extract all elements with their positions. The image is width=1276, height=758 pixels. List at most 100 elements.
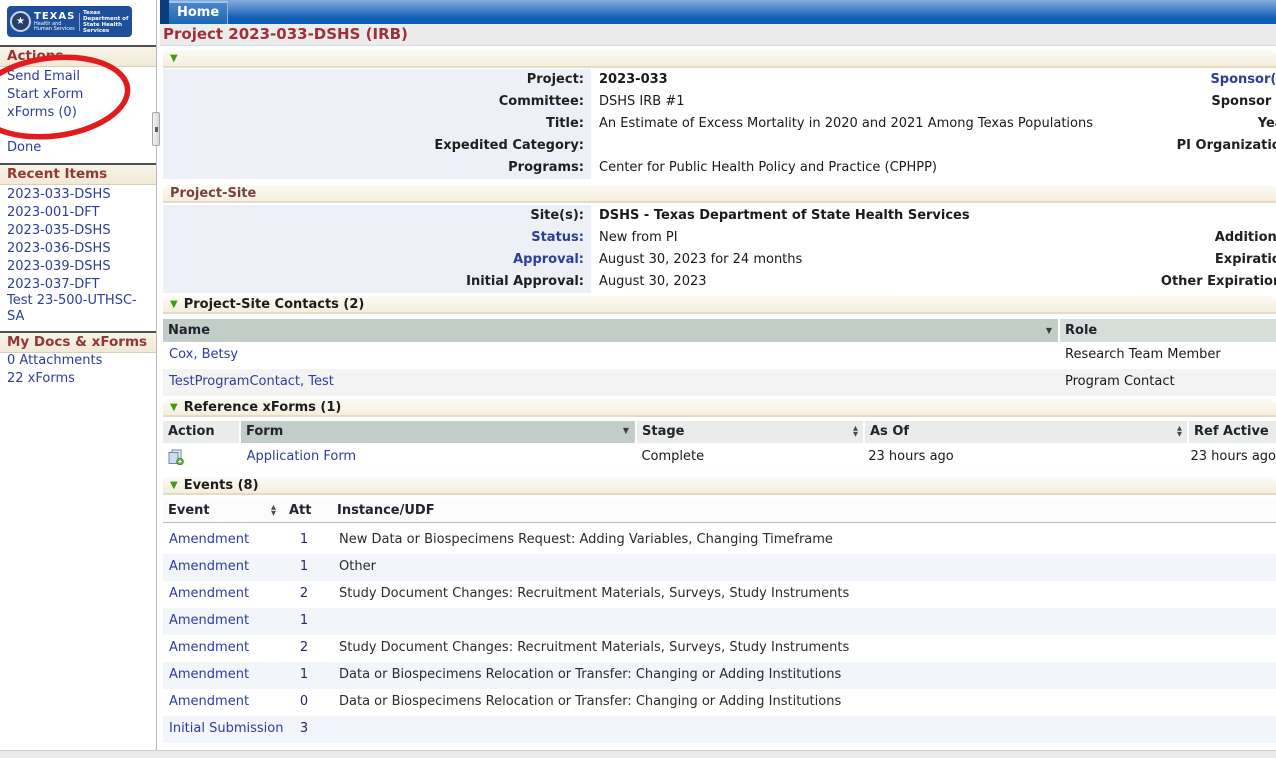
event-link[interactable]: Amendment xyxy=(163,554,283,581)
contact-role: Program Contact xyxy=(1060,369,1276,396)
field-label: Programs: xyxy=(163,157,591,179)
top-nav-left-edge xyxy=(160,0,169,24)
event-instance: New Data or Biospecimens Request: Adding… xyxy=(325,527,1276,554)
copy-form-icon[interactable] xyxy=(168,449,184,465)
field-label: Title: xyxy=(163,113,591,135)
sidebar-item-my-xforms[interactable]: 22 xForms xyxy=(7,370,75,387)
sidebar-collapse-handle[interactable] xyxy=(152,112,160,146)
sidebar-item-done[interactable]: Done xyxy=(7,139,41,156)
event-att-count: 2 xyxy=(283,635,325,662)
field-label: Committee: xyxy=(163,91,591,113)
action-cell xyxy=(163,444,241,470)
event-link[interactable]: Amendment xyxy=(163,608,283,635)
column-header-name[interactable]: Name▼ xyxy=(163,319,1058,342)
texas-seal-icon: ★ xyxy=(10,11,31,32)
contacts-section-bar[interactable]: ▼ Project-Site Contacts (2) xyxy=(163,296,1276,314)
contact-row: TestProgramContact, Test Program Contact xyxy=(163,369,1276,396)
event-row: Amendment 2 Study Document Changes: Recr… xyxy=(163,635,1276,662)
event-link[interactable]: Initial Submission xyxy=(163,716,283,743)
summary-section-bar[interactable]: ▼ xyxy=(163,50,1276,68)
event-instance: Data or Biospecimens Relocation or Trans… xyxy=(325,689,1276,716)
column-header-stage[interactable]: Stage▲▼ xyxy=(635,421,863,443)
sort-icon[interactable]: ▲▼ xyxy=(1177,426,1182,437)
event-instance: Other xyxy=(325,554,1276,581)
event-instance: Data or Biospecimens Relocation or Trans… xyxy=(325,662,1276,689)
contact-role: Research Team Member xyxy=(1060,342,1276,369)
collapse-icon[interactable]: ▼ xyxy=(170,402,178,413)
event-instance: Study Document Changes: Recruitment Mate… xyxy=(325,581,1276,608)
event-link[interactable]: Amendment xyxy=(163,635,283,662)
field-row: Programs: Center for Public Health Polic… xyxy=(163,157,1276,179)
sidebar-item-recent-5[interactable]: 2023-037-DFT xyxy=(7,276,99,293)
status-label-link[interactable]: Status: xyxy=(163,227,591,249)
event-att-count: 1 xyxy=(283,608,325,635)
sort-desc-icon[interactable]: ▼ xyxy=(623,420,629,442)
approval-label-link[interactable]: Approval: xyxy=(163,249,591,271)
column-header-event[interactable]: Event▲▼ xyxy=(163,499,281,522)
mydocs-header: My Docs & xForms xyxy=(0,331,156,353)
initial-approval-value: August 30, 2023 xyxy=(591,271,707,293)
sponsor-id-label: Sponsor Id xyxy=(870,91,1276,113)
event-row: Initial Submission 3 xyxy=(163,716,1276,743)
event-link[interactable]: Amendment xyxy=(163,581,283,608)
events-table-header: Event▲▼ Att Instance/UDF xyxy=(163,499,1276,523)
xform-link[interactable]: Application Form xyxy=(241,444,637,470)
column-header-form[interactable]: Form▼ xyxy=(239,421,635,443)
sidebar-item-start-xform[interactable]: Start xForm xyxy=(7,86,83,103)
column-header-role[interactable]: Role xyxy=(1058,319,1276,342)
logo-org-sub: Health and Human Services xyxy=(34,22,76,32)
reference-xforms-title: Reference xForms (1) xyxy=(184,400,342,415)
contact-row: Cox, Betsy Research Team Member xyxy=(163,342,1276,369)
sidebar-item-send-email[interactable]: Send Email xyxy=(7,68,80,85)
logo-dept-name: Texas Department of State Health Service… xyxy=(83,10,129,34)
programs-value: Center for Public Health Policy and Prac… xyxy=(591,157,937,179)
field-label: Site(s): xyxy=(163,205,591,227)
sidebar-item-recent-4[interactable]: 2023-039-DSHS xyxy=(7,258,111,275)
sort-icon[interactable]: ▲▼ xyxy=(271,505,276,516)
contacts-title: Project-Site Contacts (2) xyxy=(184,297,365,312)
event-link[interactable]: Amendment xyxy=(163,527,283,554)
event-row: Amendment 1 Data or Biospecimens Relocat… xyxy=(163,662,1276,689)
events-section-bar[interactable]: ▼ Events (8) xyxy=(163,477,1276,495)
sponsors-label[interactable]: Sponsor(s) xyxy=(870,69,1276,91)
event-link[interactable]: Amendment xyxy=(163,662,283,689)
sidebar-item-recent-2[interactable]: 2023-035-DSHS xyxy=(7,222,111,239)
contact-name-link[interactable]: TestProgramContact, Test xyxy=(163,369,1060,396)
sidebar-item-recent-1[interactable]: 2023-001-DFT xyxy=(7,204,99,221)
contact-name-link[interactable]: Cox, Betsy xyxy=(163,342,1060,369)
as-of-cell: 23 hours ago xyxy=(863,444,1185,470)
field-label: Expedited Category: xyxy=(163,135,591,157)
sidebar-item-recent-0[interactable]: 2023-033-DSHS xyxy=(7,186,111,203)
texas-hhs-logo: ★ TEXAS Health and Human Services Texas … xyxy=(7,6,132,37)
recent-items-header: Recent Items xyxy=(0,163,156,185)
pi-label: PI xyxy=(870,205,1276,227)
sidebar-item-attachments[interactable]: 0 Attachments xyxy=(7,352,102,369)
sidebar-item-xforms-count[interactable]: xForms (0) xyxy=(7,104,77,121)
project-site-section-bar: Project-Site xyxy=(163,185,1276,203)
ref-active-cell: 23 hours ago xyxy=(1185,444,1276,470)
top-nav-bar: Home xyxy=(160,0,1276,24)
collapse-icon[interactable]: ▼ xyxy=(170,53,178,64)
event-row: Amendment 2 Study Document Changes: Recr… xyxy=(163,581,1276,608)
project-number: 2023-033 xyxy=(591,69,668,91)
sort-icon[interactable]: ▲▼ xyxy=(853,426,858,437)
column-header-ref-active[interactable]: Ref Active xyxy=(1187,421,1276,443)
event-link[interactable]: Amendment xyxy=(163,689,283,716)
column-header-as-of[interactable]: As Of▲▼ xyxy=(863,421,1187,443)
irb-project-page: { "logo": { "org": "TEXAS", "org_sub": "… xyxy=(0,0,1276,758)
column-header-instance-udf: Instance/UDF xyxy=(323,499,1276,522)
reference-xforms-section-bar[interactable]: ▼ Reference xForms (1) xyxy=(163,399,1276,417)
event-row: Amendment 1 New Data or Biospecimens Req… xyxy=(163,527,1276,554)
tab-home[interactable]: Home xyxy=(169,1,228,24)
sidebar-item-recent-6[interactable]: Test 23-500-UTHSC-SA xyxy=(7,293,153,325)
sort-desc-icon[interactable]: ▼ xyxy=(1046,319,1052,342)
collapse-icon[interactable]: ▼ xyxy=(170,299,178,310)
reference-xforms-table-header: Action Form▼ Stage▲▼ As Of▲▼ Ref Active xyxy=(163,421,1276,443)
collapse-icon[interactable]: ▼ xyxy=(170,480,178,491)
approval-value: August 30, 2023 for 24 months xyxy=(591,249,802,271)
event-row: Amendment 0 Data or Biospecimens Relocat… xyxy=(163,689,1276,716)
event-att-count: 1 xyxy=(283,554,325,581)
sidebar-item-recent-3[interactable]: 2023-036-DSHS xyxy=(7,240,111,257)
events-title: Events (8) xyxy=(184,478,259,493)
main-content: Home Project 2023-033-DSHS (IRB) ▼ Proje… xyxy=(160,0,1276,758)
